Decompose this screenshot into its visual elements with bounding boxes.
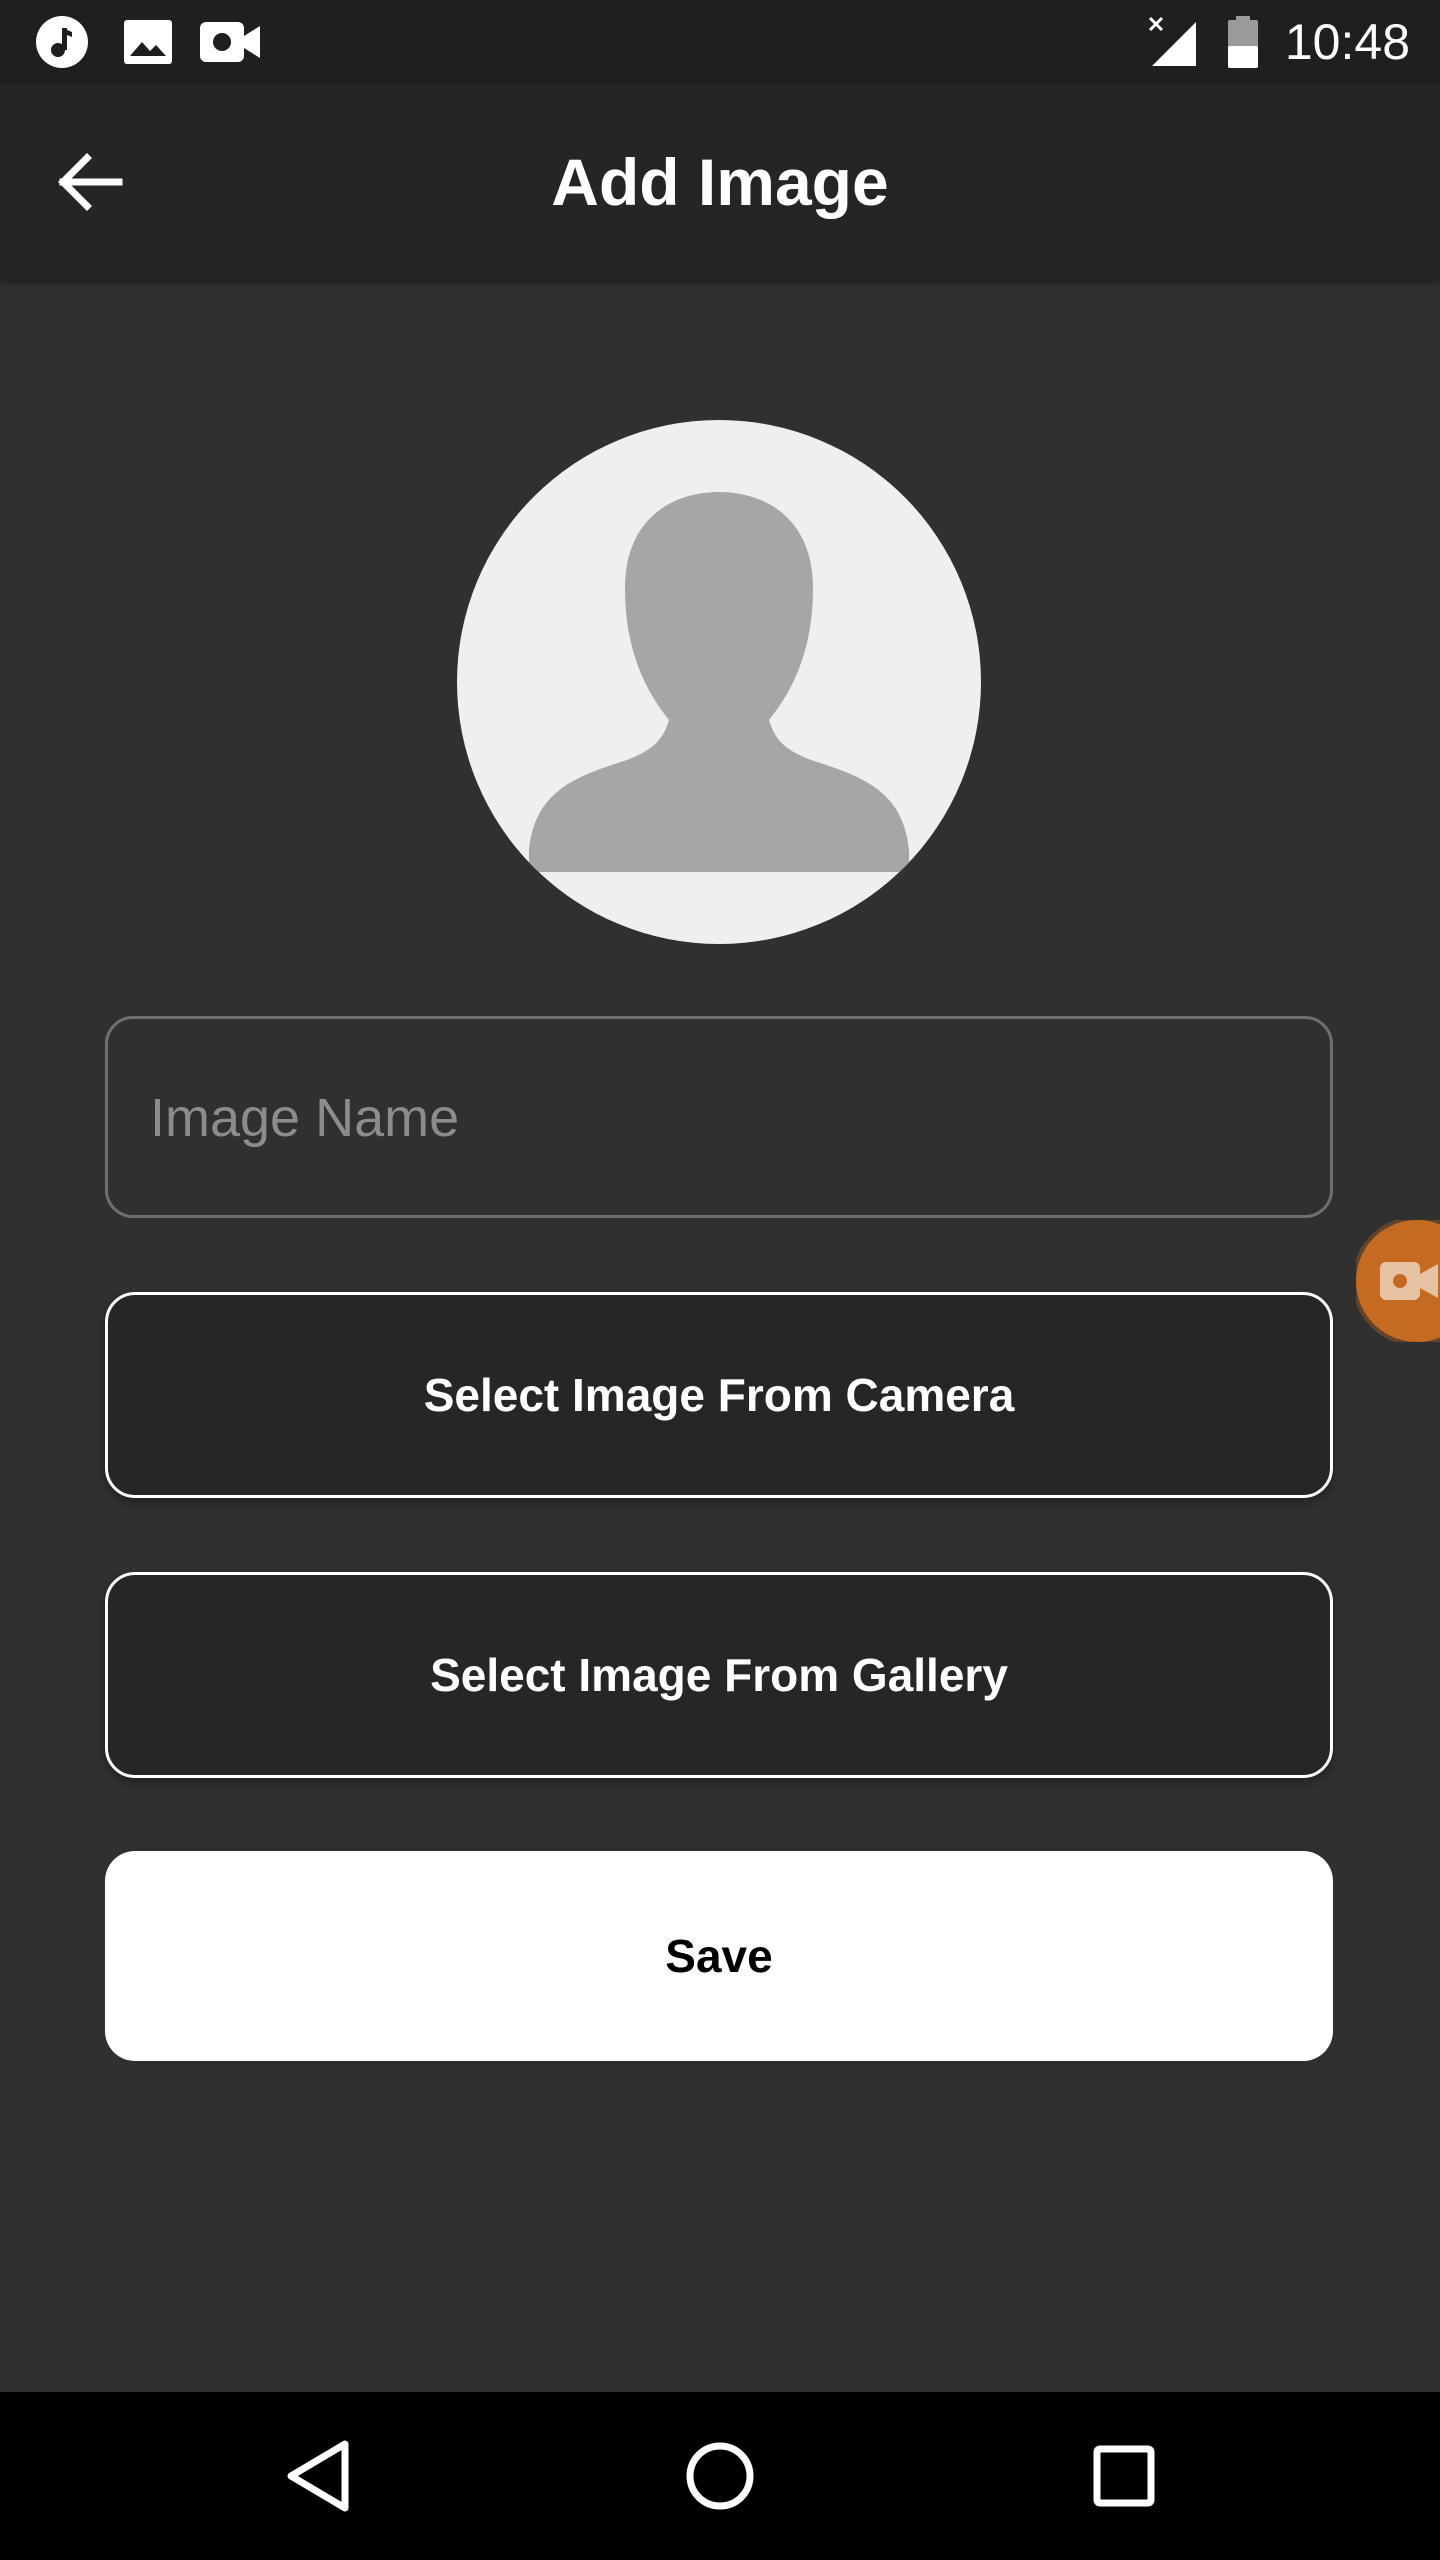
battery-icon [1226, 16, 1260, 68]
app-bar: Add Image [0, 84, 1440, 280]
video-camera-icon [198, 16, 264, 68]
select-from-camera-label: Select Image From Camera [423, 1369, 1015, 1421]
nav-recents-button[interactable] [1074, 2426, 1174, 2526]
recents-square-icon [1093, 2445, 1155, 2507]
nav-back-button[interactable] [268, 2426, 368, 2526]
video-camera-icon [1380, 1262, 1438, 1300]
back-triangle-icon [287, 2440, 349, 2512]
navigation-bar [0, 2392, 1440, 2560]
image-name-input[interactable] [148, 1019, 1292, 1217]
nav-home-button[interactable] [670, 2426, 770, 2526]
avatar-image[interactable] [457, 420, 981, 944]
page-title: Add Image [551, 145, 889, 219]
image-icon [122, 16, 174, 68]
music-note-icon [36, 16, 88, 68]
arrow-left-icon [58, 153, 123, 211]
image-name-field[interactable] [105, 1016, 1333, 1218]
save-button[interactable]: Save [105, 1851, 1333, 2061]
select-from-camera-button[interactable]: Select Image From Camera [105, 1292, 1333, 1498]
save-label: Save [665, 1930, 773, 1982]
select-from-gallery-button[interactable]: Select Image From Gallery [105, 1572, 1333, 1778]
status-bar: 10:48 [0, 0, 1440, 84]
back-button[interactable] [50, 142, 130, 222]
signal-no-data-icon [1148, 16, 1200, 68]
floating-recorder-bubble[interactable] [1356, 1220, 1440, 1342]
select-from-gallery-label: Select Image From Gallery [430, 1649, 1008, 1701]
status-time: 10:48 [1284, 14, 1410, 70]
home-circle-icon [686, 2442, 754, 2510]
add-image-screen: 10:48 Add Image Select Image From Camera… [0, 0, 1440, 2560]
person-silhouette-icon [529, 492, 909, 872]
